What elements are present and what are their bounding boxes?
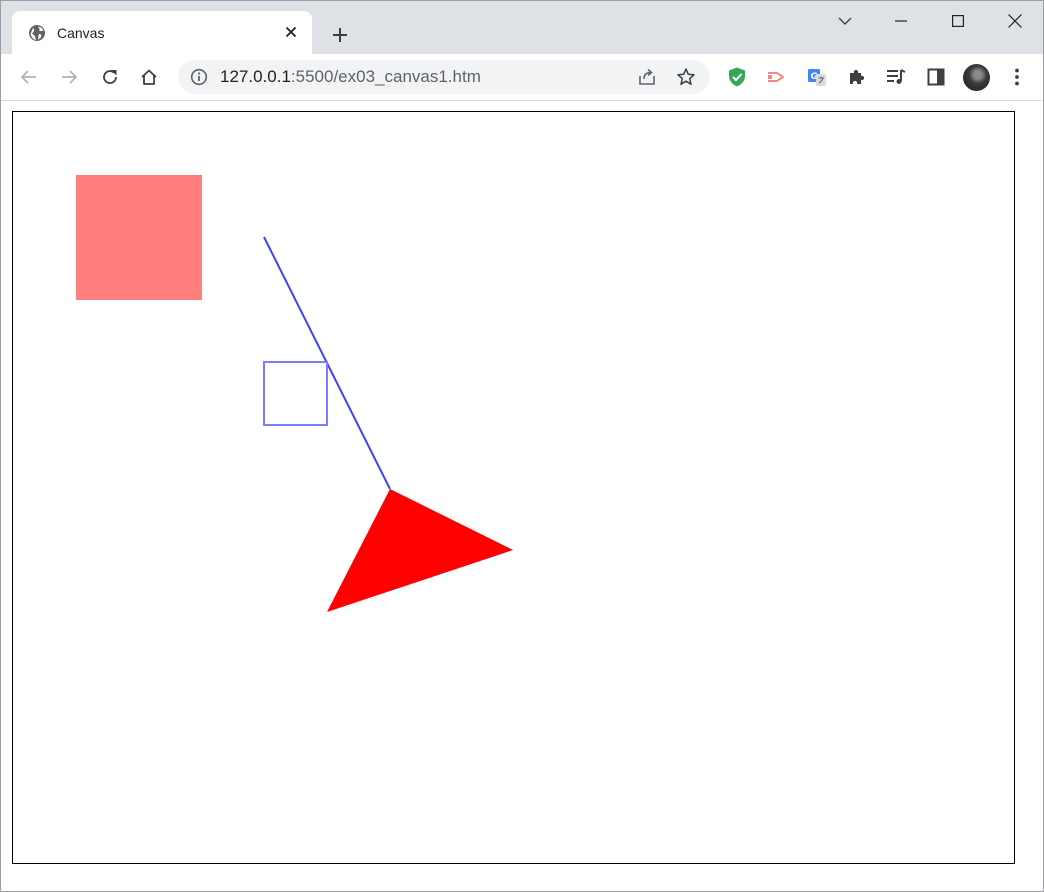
filled-square: [76, 175, 202, 300]
home-button[interactable]: [134, 62, 164, 92]
extension-shield[interactable]: [722, 62, 752, 92]
kebab-menu-icon: [1015, 68, 1019, 86]
side-panel-button[interactable]: [921, 62, 951, 92]
extension-translate[interactable]: G: [802, 62, 832, 92]
tab-title: Canvas: [57, 25, 105, 41]
reload-button[interactable]: [95, 62, 125, 92]
media-button[interactable]: [881, 62, 911, 92]
media-queue-icon: [887, 69, 906, 84]
tab-strip: Canvas: [1, 1, 1043, 54]
avatar[interactable]: [963, 64, 990, 91]
globe-icon: [28, 24, 46, 42]
cast-arrow-icon: [768, 72, 784, 82]
toolbar: 127.0.0.1:5500/ex03_canvas1.htm G: [1, 54, 1043, 101]
close-window-button[interactable]: [986, 1, 1043, 41]
menu-button[interactable]: [1002, 62, 1032, 92]
extension-cast[interactable]: [762, 62, 792, 92]
browser-window: Canvas 127.0.0.1:5500/ex03_canvas1.htm G: [0, 0, 1044, 892]
drawing-canvas[interactable]: [12, 111, 1015, 864]
url-host: 127.0.0.1: [220, 67, 291, 86]
share-button[interactable]: [634, 64, 660, 90]
tab-canvas[interactable]: Canvas: [12, 11, 312, 54]
close-window-icon: [1007, 14, 1022, 28]
puzzle-icon: [850, 69, 865, 84]
extensions-button[interactable]: [842, 62, 872, 92]
reload-icon: [103, 70, 117, 84]
info-icon[interactable]: [190, 68, 208, 86]
url-text[interactable]: 127.0.0.1:5500/ex03_canvas1.htm: [220, 67, 481, 87]
forward-button[interactable]: [54, 62, 84, 92]
new-tab-button[interactable]: [326, 21, 354, 49]
forward-arrow-icon: [62, 70, 78, 84]
share-icon: [639, 68, 655, 85]
minimize-button[interactable]: [872, 1, 929, 41]
bookmark-button[interactable]: [673, 64, 699, 90]
shield-check-icon: [729, 67, 745, 87]
plus-icon: [333, 28, 347, 42]
minimize-icon: [894, 20, 907, 22]
outlined-square: [263, 361, 328, 426]
home-icon: [141, 69, 157, 85]
close-icon[interactable]: [280, 21, 302, 43]
url-path: :5500/ex03_canvas1.htm: [290, 67, 481, 86]
chevron-down-icon: [838, 17, 851, 25]
maximize-icon: [951, 15, 964, 27]
address-bar[interactable]: 127.0.0.1:5500/ex03_canvas1.htm: [178, 60, 710, 94]
translate-icon: G: [808, 69, 826, 86]
side-panel-icon: [927, 68, 945, 86]
star-icon: [677, 68, 695, 85]
maximize-button[interactable]: [929, 1, 986, 41]
red-triangle: [327, 489, 513, 612]
back-arrow-icon: [20, 70, 36, 84]
tab-search-button[interactable]: [816, 1, 873, 41]
back-button[interactable]: [14, 62, 44, 92]
